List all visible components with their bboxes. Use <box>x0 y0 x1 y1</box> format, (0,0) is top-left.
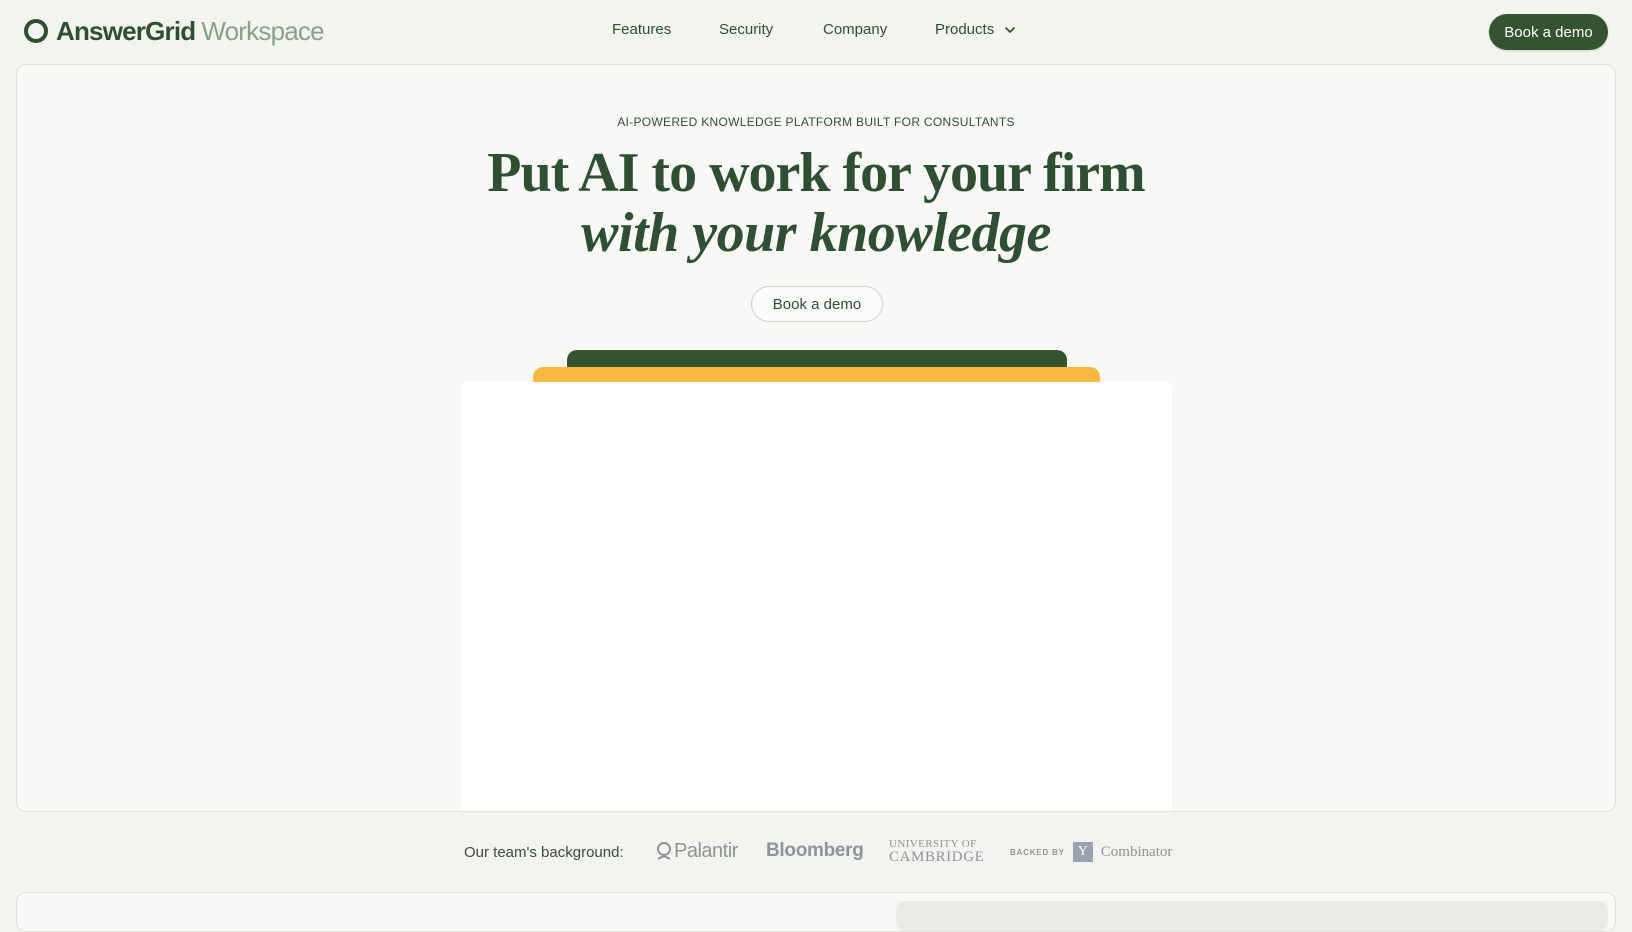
nav-item-features[interactable]: Features <box>612 21 671 38</box>
brand-logo[interactable]: AnswerGrid Workspace <box>24 14 325 48</box>
bloomberg-logo: Bloomberg <box>766 840 864 861</box>
nav-item-security[interactable]: Security <box>719 21 773 38</box>
hero-headline-line1: Put AI to work for your firm <box>487 142 1145 204</box>
palantir-icon <box>657 841 671 860</box>
yc-backed-by: BACKED BY <box>1010 847 1065 857</box>
cambridge-bottom: CAMBRIDGE <box>889 849 985 865</box>
nav-item-company[interactable]: Company <box>823 21 887 38</box>
hero-book-demo-button[interactable]: Book a demo <box>751 286 883 322</box>
next-section-panel <box>896 901 1608 931</box>
hero-headline-line2: with your knowledge <box>581 202 1051 264</box>
logos-label: Our team's background: <box>464 844 624 861</box>
hero-eyebrow: AI-POWERED KNOWLEDGE PLATFORM BUILT FOR … <box>617 115 1015 129</box>
y-combinator-logo: BACKED BY Y Combinator <box>1010 842 1172 862</box>
hero-section: AI-POWERED KNOWLEDGE PLATFORM BUILT FOR … <box>16 64 1616 812</box>
palantir-logo: Palantir <box>656 840 738 863</box>
background-logos: Our team's background: Palantir Bloomber… <box>0 832 1632 872</box>
yc-mark: Y <box>1072 842 1093 862</box>
cambridge-logo: UNIVERSITY OF CAMBRIDGE <box>889 838 985 865</box>
book-demo-button[interactable]: Book a demo <box>1489 14 1608 50</box>
product-preview-card <box>461 382 1172 811</box>
chevron-down-icon <box>1005 26 1016 33</box>
brand-ring-icon <box>24 19 48 43</box>
nav-item-products[interactable]: Products <box>935 21 1016 38</box>
palantir-name: Palantir <box>674 840 738 862</box>
hero-headline: Put AI to work for your firm with your k… <box>17 143 1615 263</box>
nav-item-products-label: Products <box>935 21 995 38</box>
top-navigation: AnswerGrid Workspace Features Security C… <box>0 0 1632 64</box>
yc-name: Combinator <box>1100 843 1173 860</box>
brand-name: AnswerGrid <box>56 15 196 46</box>
brand-suffix: Workspace <box>201 15 324 46</box>
